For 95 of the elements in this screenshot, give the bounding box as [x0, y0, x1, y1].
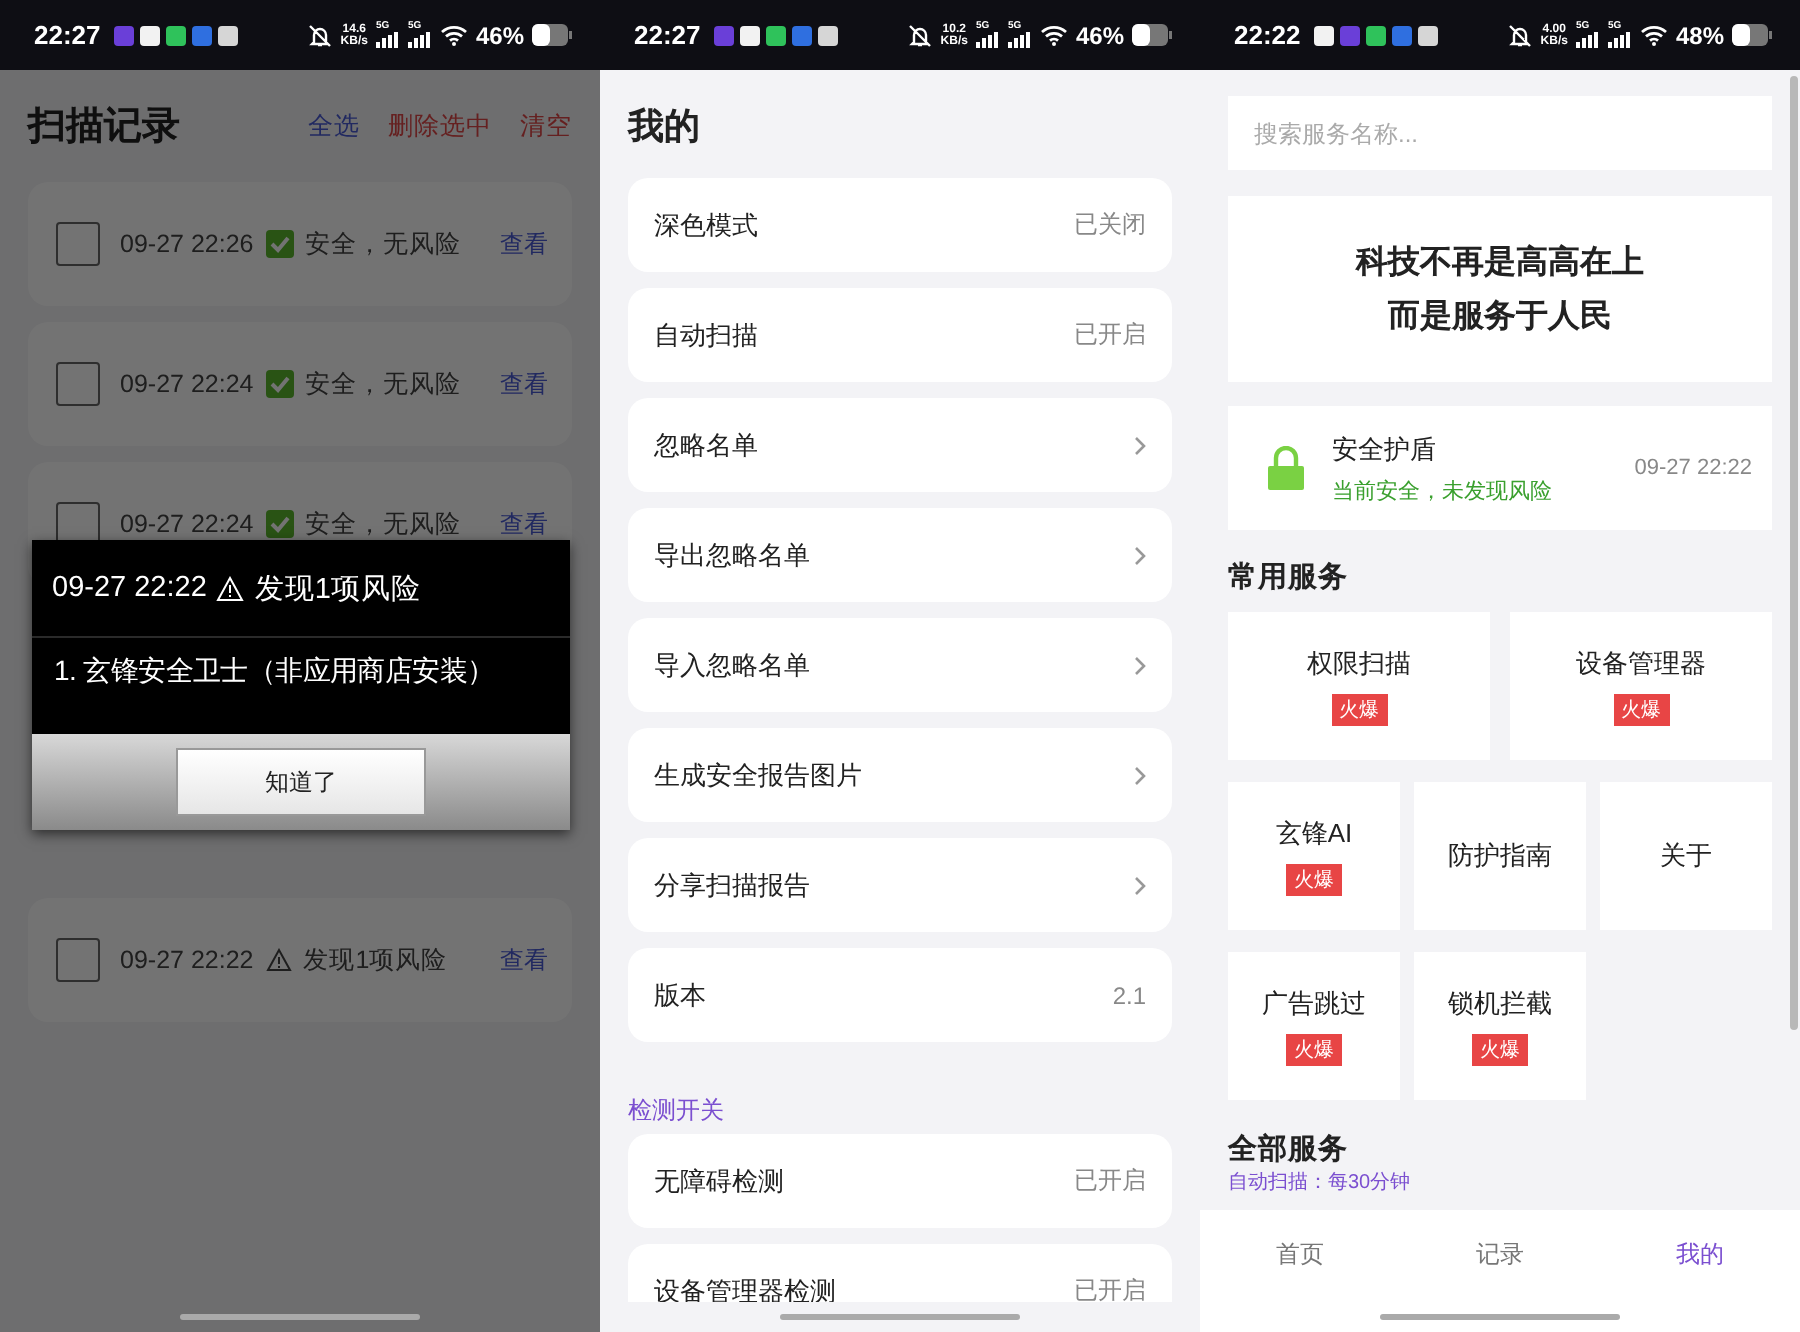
bell-muted-icon	[1508, 23, 1533, 47]
status-time: 22:27	[34, 20, 101, 50]
section-header: 常用服务	[1228, 559, 1350, 596]
settings-row[interactable]: 自动扫描 已开启	[628, 288, 1172, 382]
nav-tab[interactable]: 记录	[1400, 1234, 1600, 1274]
shield-title: 安全护盾	[1332, 431, 1438, 467]
scrollbar[interactable]	[1790, 76, 1798, 1030]
service-tile[interactable]: 权限扫描 火爆	[1228, 612, 1490, 760]
dismiss-button[interactable]: 知道了	[176, 748, 426, 816]
battery-percent: 46%	[475, 21, 524, 49]
nav-tab[interactable]: 首页	[1200, 1234, 1400, 1274]
wifi-icon	[1639, 24, 1668, 46]
search-field[interactable]: 搜索服务名称...	[1228, 96, 1772, 170]
record-time: 09-27 22:24	[120, 510, 254, 538]
chevron-right-icon	[1134, 435, 1146, 455]
section-header: 检测开关	[626, 1094, 726, 1128]
page-title: 我的	[625, 104, 702, 150]
risk-item: 1. 玄锋安全卫士（非应用商店安装）	[52, 652, 497, 690]
battery-icon	[1732, 24, 1772, 46]
settings-row[interactable]: 忽略名单	[628, 398, 1172, 492]
hot-badge: 火爆	[1613, 694, 1669, 726]
settings-label: 无障碍检测	[654, 1163, 784, 1199]
padlock-icon	[1268, 446, 1304, 490]
settings-label: 自动扫描	[654, 317, 758, 353]
wifi-icon	[1039, 24, 1068, 46]
record-status: 安全，无风险	[305, 367, 462, 401]
slogan-text: 科技不再是高高在上	[1356, 242, 1644, 283]
bell-muted-icon	[908, 23, 933, 47]
settings-value: 已开启	[1074, 318, 1146, 352]
settings-value: 已开启	[1074, 1164, 1146, 1198]
settings-value: 已关闭	[1074, 208, 1146, 242]
status-time: 22:27	[634, 20, 701, 50]
settings-label: 生成安全报告图片	[654, 757, 862, 793]
service-tile[interactable]: 防护指南	[1414, 782, 1586, 930]
settings-value: 已开启	[1074, 1274, 1146, 1302]
bell-muted-icon	[308, 23, 333, 47]
shield-card[interactable]: 安全护盾 当前安全，未发现风险 09-27 22:22	[1228, 406, 1772, 530]
service-tile[interactable]: 设备管理器 火爆	[1510, 612, 1772, 760]
page-title: 扫描记录	[28, 104, 180, 152]
chevron-right-icon	[1134, 545, 1146, 565]
settings-row[interactable]: 导出忽略名单	[628, 508, 1172, 602]
settings-label: 导出忽略名单	[654, 537, 810, 573]
section-header: 全部服务	[1228, 1131, 1350, 1168]
chevron-right-icon	[1134, 875, 1146, 895]
chevron-right-icon	[1134, 765, 1146, 785]
shield-time: 09-27 22:22	[1634, 456, 1752, 480]
warning-icon	[216, 575, 245, 601]
nav-tab[interactable]: 我的	[1600, 1234, 1800, 1274]
record-status: 安全，无风险	[305, 507, 462, 541]
record-time: 09-27 22:24	[120, 370, 254, 398]
battery-percent: 48%	[1675, 21, 1724, 49]
settings-label: 版本	[654, 977, 706, 1013]
settings-label: 深色模式	[654, 207, 758, 243]
hot-badge: 火爆	[1286, 864, 1342, 896]
check-mark-icon	[265, 230, 294, 258]
record-checkbox[interactable]	[56, 938, 100, 982]
settings-value: 2.1	[1112, 981, 1146, 1009]
settings-row[interactable]: 分享扫描报告	[628, 838, 1172, 932]
settings-row[interactable]: 无障碍检测 已开启	[628, 1134, 1172, 1228]
battery-icon	[1132, 24, 1172, 46]
record-time: 09-27 22:26	[120, 230, 254, 258]
service-tile[interactable]: 关于	[1600, 782, 1772, 930]
status-time: 22:22	[1234, 20, 1301, 50]
battery-percent: 46%	[1075, 21, 1124, 49]
service-tile[interactable]: 广告跳过 火爆	[1228, 952, 1400, 1100]
settings-label: 分享扫描报告	[654, 867, 810, 903]
record-checkbox[interactable]	[56, 362, 100, 406]
dialog-time: 09-27 22:22	[52, 572, 207, 604]
battery-icon	[532, 24, 572, 46]
service-tile[interactable]: 锁机拦截 火爆	[1414, 952, 1586, 1100]
hot-badge: 火爆	[1286, 1034, 1342, 1066]
settings-row[interactable]: 深色模式 已关闭	[628, 178, 1172, 272]
check-mark-icon	[265, 510, 294, 538]
record-time: 09-27 22:22	[120, 946, 254, 974]
slogan-text: 而是服务于人民	[1388, 297, 1612, 337]
settings-row[interactable]: 导入忽略名单	[628, 618, 1172, 712]
record-status: 安全，无风险	[305, 227, 462, 261]
hot-badge: 火爆	[1331, 694, 1387, 726]
wifi-icon	[439, 24, 468, 46]
auto-scan-info: 自动扫描：每30分钟	[1228, 1172, 1413, 1194]
record-checkbox[interactable]	[56, 222, 100, 266]
settings-label: 忽略名单	[654, 427, 758, 463]
shield-status: 当前安全，未发现风险	[1332, 477, 1552, 505]
check-mark-icon	[265, 370, 294, 398]
record-status: 发现1项风险	[303, 943, 448, 977]
hot-badge: 火爆	[1472, 1034, 1528, 1066]
settings-label: 设备管理器检测	[654, 1273, 836, 1302]
settings-label: 导入忽略名单	[654, 647, 810, 683]
settings-row[interactable]: 设备管理器检测 已开启	[628, 1244, 1172, 1302]
chevron-right-icon	[1134, 655, 1146, 675]
dialog-title: 发现1项风险	[254, 571, 421, 607]
warning-icon	[265, 948, 292, 972]
service-tile[interactable]: 玄锋AI 火爆	[1228, 782, 1400, 930]
settings-row[interactable]: 生成安全报告图片	[628, 728, 1172, 822]
settings-row[interactable]: 版本 2.1	[628, 948, 1172, 1042]
